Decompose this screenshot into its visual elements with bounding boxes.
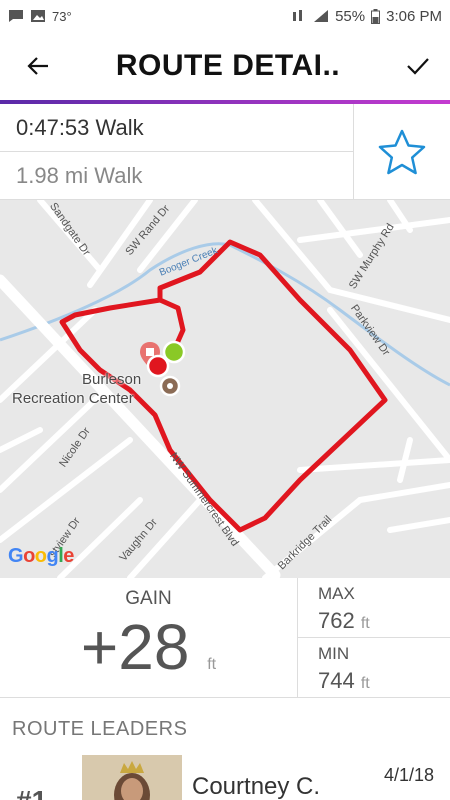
elevation-max: MAX 762 ft [298,578,450,638]
status-bar: 73° 55% 3:06 PM [0,0,450,32]
avatar [82,755,182,800]
end-marker [146,354,170,378]
min-unit: ft [360,675,370,692]
battery-percent: 55% [335,7,366,25]
page-title: ROUTE DETAI.. [115,49,341,82]
leader-rank: #1 [16,785,47,800]
route-leaders-heading: ROUTE LEADERS [12,718,188,740]
max-value-row: 762 ft [318,608,450,634]
leader-name: Courtney C. [192,773,321,800]
max-unit: ft [360,615,370,632]
confirm-button[interactable] [400,48,436,84]
creek-line [0,242,450,387]
back-button[interactable] [20,48,56,84]
elevation-gain: GAIN +28 ft [0,578,298,697]
arrow-left-icon [27,57,48,75]
gain-value-row: +28 ft [0,612,297,700]
max-label: MAX [318,584,355,603]
min-label: MIN [318,644,350,663]
temperature: 73° [52,8,72,24]
min-value-row: 744 ft [318,668,450,694]
image-icon [30,9,46,23]
poi-name-line2: Recreation Center [12,390,134,407]
check-icon [407,58,429,75]
route-map[interactable]: Sandgate Dr SW Rand Dr Booger Creek SW M… [0,200,450,578]
summary-stats: 0:47:53 Walk 1.98 mi Walk [0,104,354,199]
poi-name-line1: Burleson [82,371,142,388]
status-right: 55% 3:06 PM [291,8,442,25]
start-marker [162,340,186,364]
gain-value: +28 [80,611,190,683]
battery-icon [371,9,381,24]
message-icon [8,9,24,23]
elevation-min: MIN 744 ft [298,638,450,698]
status-left: 73° [8,9,72,24]
elevation-range: MAX 762 ft MIN 744 ft [298,578,450,697]
gain-unit: ft [207,656,217,673]
poi-label: Burleson Recreation Center [12,370,141,408]
app-bar: ROUTE DETAI.. [0,32,450,100]
min-value: 744 [318,668,355,693]
data-icon [291,9,307,23]
elevation-panel: GAIN +28 ft MAX 762 ft MIN 744 ft [0,578,450,698]
signal-icon [313,9,329,23]
duration-activity: 0:47:53 Walk [0,104,353,152]
route-summary: 0:47:53 Walk 1.98 mi Walk [0,104,450,200]
star-icon [378,129,426,174]
leader-row[interactable]: #1 Courtney C. 4/1/18 [0,755,450,800]
clock: 3:06 PM [386,7,442,25]
favorite-button[interactable] [354,104,450,199]
leader-date: 4/1/18 [383,765,434,785]
google-logo: Google [8,545,74,567]
max-value: 762 [318,608,355,633]
gain-label: GAIN [125,588,172,609]
distance-activity: 1.98 mi Walk [16,163,143,188]
